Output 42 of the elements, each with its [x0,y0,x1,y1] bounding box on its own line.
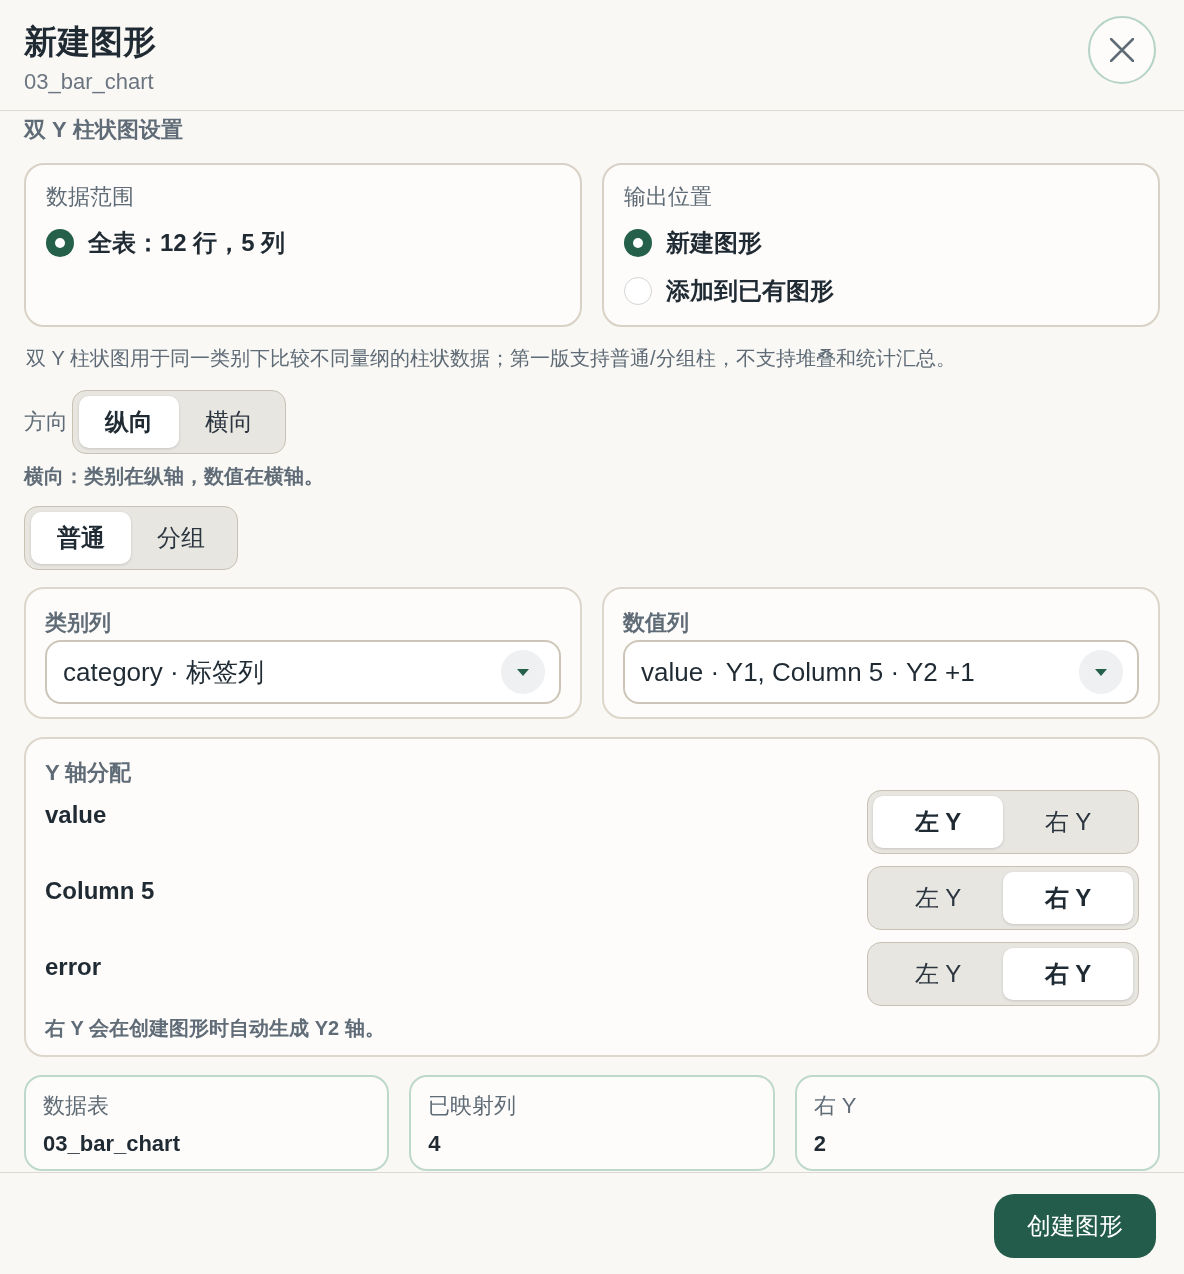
stat-value: 03_bar_chart [43,1130,181,1158]
radio-option[interactable]: 添加到已有图形 [624,273,834,309]
toggle-option[interactable]: 右 Y [1003,872,1133,924]
toggle-option[interactable]: 左 Y [873,872,1003,924]
select-field[interactable]: category · 标签列 [45,640,561,704]
toggle-option[interactable]: 纵向 [79,396,179,448]
toggle-option[interactable]: 右 Y [1003,948,1133,1000]
close-icon [1110,38,1134,62]
toggle-option[interactable]: 左 Y [873,948,1003,1000]
description-text: 双 Y 柱状图用于同一类别下比较不同量纲的柱状数据；第一版支持普通/分组柱，不支持堆叠和统计汇总。 [25,346,957,371]
card-label: 输出位置 [624,184,713,210]
hint-text: 横向：类别在纵轴，数值在横轴。 [24,464,325,489]
series-name: error [45,952,102,982]
series-name: value [45,800,107,830]
orientation-label: 方向 [24,408,68,436]
card-label: Y 轴分配 [45,760,133,786]
toggle-option[interactable]: 右 Y [1003,796,1133,848]
caret-icon[interactable] [1079,650,1123,694]
field-label: 类别列 [45,610,112,636]
field-label: 数值列 [623,610,690,636]
radio-option[interactable]: 全表：12 行，5 列 [46,225,286,261]
toggle-option[interactable]: 横向 [179,396,279,448]
toggle-option[interactable]: 普通 [31,512,131,564]
toggle-option[interactable]: 左 Y [873,796,1003,848]
select-value: value · Y1, Column 5 · Y2 +1 [641,656,975,688]
stat-label: 已映射列 [428,1093,518,1119]
radio-option[interactable]: 新建图形 [624,225,762,261]
section-title: 双 Y 柱状图设置 [24,116,184,144]
caret-icon[interactable] [501,650,545,694]
toggle-option[interactable]: 分组 [131,512,231,564]
select-field[interactable]: value · Y1, Column 5 · Y2 +1 [623,640,1139,704]
dialog-subtitle: 03_bar_chart [24,68,155,96]
stat-value: 2 [813,1130,827,1158]
dialog-title: 新建图形 [24,22,156,62]
select-value: category · 标签列 [63,656,264,688]
card-label: 数据范围 [46,184,135,210]
series-name: Column 5 [45,876,155,906]
note-text: 右 Y 会在创建图形时自动生成 Y2 轴。 [45,1016,386,1041]
stat-label: 右 Y [813,1093,858,1119]
stat-label: 数据表 [43,1093,110,1119]
create-button[interactable]: 创建图形 [994,1194,1156,1258]
stat-value: 4 [428,1130,442,1158]
